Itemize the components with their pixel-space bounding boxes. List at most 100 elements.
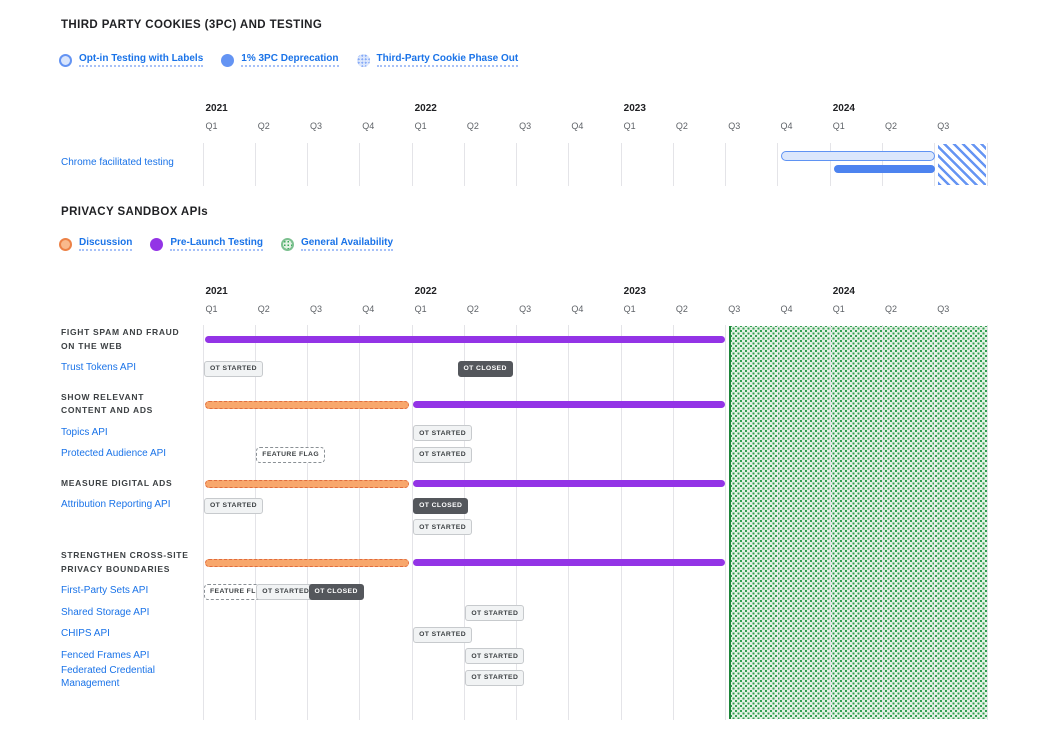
gridline <box>934 325 935 720</box>
gridline <box>464 143 465 186</box>
outline-blue-swatch-icon <box>59 54 72 67</box>
year-label: 2021 <box>206 286 228 297</box>
gridline <box>516 143 517 186</box>
quarter-label: Q3 <box>937 121 949 131</box>
badge-ot-started: OT STARTED <box>465 670 524 686</box>
gridline <box>987 325 988 720</box>
gridline <box>359 325 360 720</box>
gridline <box>830 143 831 186</box>
quarter-label: Q4 <box>362 121 374 131</box>
api-link-shared-storage-api[interactable]: Shared Storage API <box>61 606 196 619</box>
api-link-federated-credential-management[interactable]: Federated Credential Management <box>61 664 196 690</box>
timeline-row-label[interactable]: Chrome facilitated testing <box>61 157 174 168</box>
quarter-label: Q1 <box>206 304 218 314</box>
solid-blue-swatch-icon <box>221 54 234 67</box>
bar-pre-launch-testing <box>413 480 725 487</box>
quarter-label: Q3 <box>728 121 740 131</box>
group-heading: ON THE WEB <box>61 340 122 354</box>
quarter-label: Q1 <box>415 304 427 314</box>
group-heading: MEASURE DIGITAL ADS <box>61 477 172 491</box>
third-party-cookie-phase-out-region <box>938 144 986 185</box>
badge-ot-closed: OT CLOSED <box>413 498 468 514</box>
gridline <box>307 143 308 186</box>
year-label: 2023 <box>624 286 646 297</box>
quarter-label: Q1 <box>833 121 845 131</box>
api-link-protected-audience-api[interactable]: Protected Audience API <box>61 447 196 460</box>
quarter-label: Q1 <box>206 121 218 131</box>
year-label: 2022 <box>415 103 437 114</box>
bar-1-3pc-deprecation <box>834 165 936 173</box>
gridline <box>725 143 726 186</box>
privacy-sandbox-timeline-page: THIRD PARTY COOKIES (3PC) AND TESTING Op… <box>0 0 1055 741</box>
bar-opt-in-testing-with-labels <box>781 151 935 161</box>
legend-label: Opt-in Testing with Labels <box>79 53 203 67</box>
badge-ot-closed: OT CLOSED <box>458 361 513 377</box>
quarter-label: Q1 <box>833 304 845 314</box>
api-link-attribution-reporting-api[interactable]: Attribution Reporting API <box>61 498 196 511</box>
gridline <box>725 325 726 720</box>
general-availability-region <box>729 326 988 719</box>
bar-pre-launch-testing <box>413 401 725 408</box>
badge-ot-started: OT STARTED <box>413 627 472 643</box>
legend-apis: Discussion Pre-Launch Testing General Avai… <box>59 237 393 251</box>
group-heading: FIGHT SPAM AND FRAUD <box>61 326 179 340</box>
quarter-label: Q2 <box>258 304 270 314</box>
group-heading: CONTENT AND ADS <box>61 404 153 418</box>
outline-orange-swatch-icon <box>59 238 72 251</box>
api-link-topics-api[interactable]: Topics API <box>61 426 196 439</box>
legend-item-third-party-cookie-phase-out[interactable]: Third-Party Cookie Phase Out <box>357 53 519 67</box>
gridline <box>673 325 674 720</box>
gridline <box>307 325 308 720</box>
bar-pre-launch-testing <box>205 336 725 343</box>
api-link-chips-api[interactable]: CHIPS API <box>61 627 196 640</box>
gridline <box>255 325 256 720</box>
api-link-first-party-sets-api[interactable]: First-Party Sets API <box>61 584 196 597</box>
legend-item-pre-launch-testing[interactable]: Pre-Launch Testing <box>150 237 263 251</box>
quarter-label: Q3 <box>519 121 531 131</box>
solid-purple-swatch-icon <box>150 238 163 251</box>
api-link-fenced-frames-api[interactable]: Fenced Frames API <box>61 649 196 662</box>
quarter-label: Q3 <box>310 121 322 131</box>
quarter-label: Q1 <box>624 304 636 314</box>
gridline <box>359 143 360 186</box>
gridline <box>412 143 413 186</box>
section-title-3pc: THIRD PARTY COOKIES (3PC) AND TESTING <box>61 19 322 31</box>
year-label: 2024 <box>833 286 855 297</box>
dot-green-swatch-icon <box>281 238 294 251</box>
quarter-label: Q2 <box>885 304 897 314</box>
quarter-label: Q4 <box>780 121 792 131</box>
gridline <box>621 143 622 186</box>
bar-discussion <box>205 401 409 409</box>
gridline <box>673 143 674 186</box>
legend-label: Pre-Launch Testing <box>170 237 263 251</box>
gridline <box>568 325 569 720</box>
legend-item-general-availability[interactable]: General Availability <box>281 237 393 251</box>
quarter-label: Q1 <box>415 121 427 131</box>
badge-ot-started: OT STARTED <box>256 584 315 600</box>
quarter-label: Q4 <box>362 304 374 314</box>
legend-3pc: Opt-in Testing with Labels 1% 3PC Depreca… <box>59 53 518 67</box>
group-heading: STRENGTHEN CROSS-SITE <box>61 549 189 563</box>
badge-ot-started: OT STARTED <box>204 498 263 514</box>
gridline <box>255 143 256 186</box>
badge-feature-flag: FEATURE FLAG <box>256 447 325 463</box>
gridline <box>777 325 778 720</box>
badge-ot-started: OT STARTED <box>465 605 524 621</box>
gridline <box>777 143 778 186</box>
gridline <box>203 325 204 720</box>
bar-pre-launch-testing <box>413 559 725 566</box>
badge-ot-started: OT STARTED <box>413 425 472 441</box>
legend-item-discussion[interactable]: Discussion <box>59 237 132 251</box>
legend-label: 1% 3PC Deprecation <box>241 53 338 67</box>
hatch-blue-swatch-icon <box>357 54 370 67</box>
legend-item-opt-in-testing-with-labels[interactable]: Opt-in Testing with Labels <box>59 53 203 67</box>
quarter-label: Q2 <box>467 121 479 131</box>
api-link-trust-tokens-api[interactable]: Trust Tokens API <box>61 361 196 374</box>
legend-item-1-3pc-deprecation[interactable]: 1% 3PC Deprecation <box>221 53 338 67</box>
group-heading: SHOW RELEVANT <box>61 391 144 405</box>
gridline <box>882 325 883 720</box>
quarter-label: Q3 <box>310 304 322 314</box>
badge-ot-started: OT STARTED <box>413 519 472 535</box>
badge-ot-started: OT STARTED <box>465 648 524 664</box>
gridline <box>934 143 935 186</box>
